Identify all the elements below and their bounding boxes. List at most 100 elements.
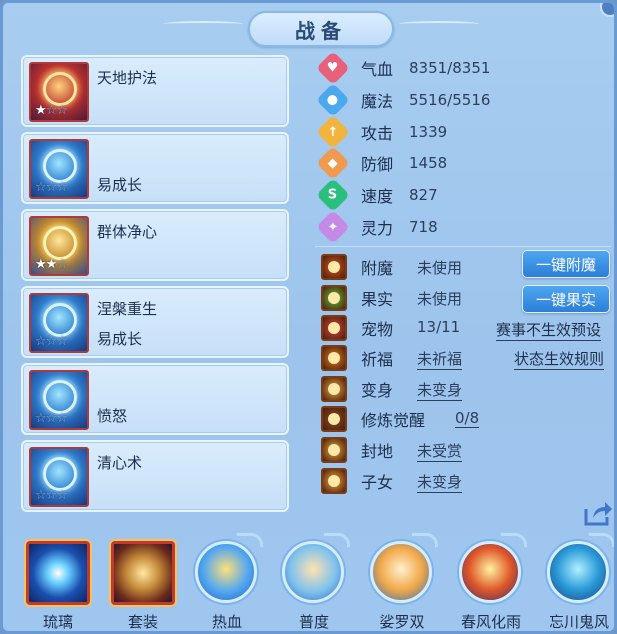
tab-label[interactable]: 忘川鬼风 <box>537 611 614 631</box>
close-icon[interactable] <box>600 3 614 17</box>
equipment-row[interactable]: 果实 未使用 <box>321 284 501 312</box>
star-rating: ★★☆ <box>35 257 68 272</box>
spirit-icon: ✦ <box>316 210 350 244</box>
filled-star-icon: ★ <box>35 103 47 118</box>
stat-row: S 速度 827 <box>316 178 438 212</box>
ghost-wind-icon[interactable] <box>547 541 609 603</box>
glass-orb-icon[interactable] <box>26 541 90 605</box>
stat-label: 魔法 <box>361 92 394 111</box>
skill-glyph <box>43 226 77 260</box>
stat-row: ◆ 防御 1458 <box>316 146 447 180</box>
skill-glyph <box>43 457 77 491</box>
flame-orb-icon[interactable] <box>459 541 521 603</box>
tab-6[interactable]: 忘川鬼风 <box>537 533 614 631</box>
tab-label[interactable]: 普度 <box>272 611 356 631</box>
skill-trait: 易成长 <box>97 176 143 194</box>
tab-label[interactable]: 热血 <box>185 611 269 631</box>
empty-star-icon: ☆ <box>45 488 58 503</box>
page-title: 战备 <box>295 18 347 43</box>
tab-label[interactable]: 套装 <box>101 611 185 631</box>
tab-label[interactable]: 琉璃 <box>16 611 100 631</box>
skill-name: 清心术 <box>97 454 143 472</box>
tab-label[interactable]: 娑罗双 <box>360 611 444 631</box>
equipment-row[interactable]: 变身 未变身 <box>321 375 501 403</box>
status-rules-link[interactable]: 状态生效规则 <box>514 348 605 370</box>
equipment-label: 修炼觉醒 <box>361 411 426 430</box>
title-banner: 战备 <box>248 11 394 47</box>
equipment-label: 祈福 <box>361 350 394 369</box>
equipment-value: 未使用 <box>417 259 463 277</box>
title-ornament-right <box>399 21 479 27</box>
tab-2[interactable]: 热血 <box>185 533 265 631</box>
hand-icon[interactable] <box>370 541 432 603</box>
skill-card[interactable]: ★★☆ 群体净心 <box>21 209 289 281</box>
skill-name: 涅槃重生 <box>97 300 158 318</box>
equipment-value[interactable]: 未变身 <box>417 379 463 401</box>
equipment-value[interactable]: 未受赏 <box>417 440 463 462</box>
icon-dot <box>328 475 340 487</box>
cultivation-icon <box>321 406 347 432</box>
title-ornament-left <box>163 21 243 27</box>
blue-serpent-icon[interactable]: ☆☆☆ <box>29 293 89 353</box>
blue-crown-icon[interactable]: ☆☆☆ <box>29 370 89 430</box>
palm-icon[interactable] <box>282 541 344 603</box>
icon-dot <box>328 352 340 364</box>
empty-star-icon: ☆ <box>35 488 47 503</box>
equipment-value: 13/11 <box>417 318 461 336</box>
equipment-row[interactable]: 修炼觉醒 0/8 <box>321 405 501 433</box>
empty-star-icon: ☆ <box>45 334 58 349</box>
tab-5[interactable]: 春风化雨 <box>449 533 529 631</box>
equipment-row[interactable]: 子女 未变身 <box>321 467 501 495</box>
blue-fist-icon[interactable]: ☆☆☆ <box>29 447 89 507</box>
skill-card[interactable]: ☆☆☆ 易成长 <box>21 132 289 204</box>
stat-label: 速度 <box>361 187 394 206</box>
equipment-row[interactable]: 祈福 未祈福 <box>321 344 501 372</box>
stat-value: 8351/8351 <box>409 59 491 77</box>
tab-3[interactable]: 普度 <box>272 533 352 631</box>
skill-card[interactable]: ☆☆☆ 清心术 <box>21 440 289 512</box>
shield-icon: ◆ <box>316 146 350 180</box>
golden-snake-icon[interactable]: ★☆☆ <box>29 62 89 122</box>
share-icon[interactable] <box>583 499 613 527</box>
blue-beast-icon[interactable]: ☆☆☆ <box>29 139 89 199</box>
stat-value: 1339 <box>409 123 448 141</box>
event-preset-link[interactable]: 赛事不生效预设 <box>496 319 602 341</box>
stat-value: 718 <box>409 218 438 236</box>
equipment-row[interactable]: 宠物 13/11 <box>321 314 501 342</box>
equipment-row[interactable]: 附魔 未使用 <box>321 253 501 281</box>
empty-star-icon: ☆ <box>56 257 68 272</box>
skill-card[interactable]: ★☆☆ 天地护法 <box>21 55 289 127</box>
equipment-label: 附魔 <box>361 259 394 278</box>
tab-4[interactable]: 娑罗双 <box>360 533 440 631</box>
equipment-value[interactable]: 未祈福 <box>417 348 463 370</box>
skill-trait: 易成长 <box>97 330 143 348</box>
empty-star-icon: ☆ <box>56 488 68 503</box>
enchant-all-button[interactable]: 一键附魔 <box>522 250 610 278</box>
mana-drop-icon: ● <box>316 83 350 117</box>
empty-star-icon: ☆ <box>35 334 47 349</box>
skill-card[interactable]: ☆☆☆ 愤怒 <box>21 363 289 435</box>
stat-row: ♥ 气血 8351/8351 <box>316 51 491 85</box>
equipment-value[interactable]: 未变身 <box>417 471 463 493</box>
tab-0[interactable]: 琉璃 <box>16 533 96 631</box>
skill-name: 天地护法 <box>97 69 158 87</box>
empty-star-icon: ☆ <box>45 411 58 426</box>
skill-card[interactable]: ☆☆☆ 涅槃重生易成长 <box>21 286 289 358</box>
golden-armor-icon[interactable]: ★★☆ <box>29 216 89 276</box>
icon-dot <box>328 292 340 304</box>
equipment-value[interactable]: 0/8 <box>455 409 480 428</box>
lightning-icon: S <box>316 178 350 212</box>
icon-dot <box>328 444 340 456</box>
warrior-icon[interactable] <box>195 541 257 603</box>
filled-star-icon: ★ <box>35 257 47 272</box>
equipment-row[interactable]: 封地 未受赏 <box>321 436 501 464</box>
treasure-icon[interactable] <box>111 541 175 605</box>
icon-dot <box>328 413 340 425</box>
skill-glyph <box>43 380 77 414</box>
stat-value: 827 <box>409 186 438 204</box>
tab-1[interactable]: 套装 <box>101 533 181 631</box>
fruit-all-button[interactable]: 一键果实 <box>522 285 610 313</box>
battle-prep-panel: 战备 ★☆☆ 天地护法 ☆☆☆ 易成长 ★★☆ 群体净心 ☆☆☆ 涅槃重生 易成长 ☆☆☆ 愤怒 ☆☆… <box>0 0 617 634</box>
star-rating: ☆☆☆ <box>35 180 68 195</box>
tab-label[interactable]: 春风化雨 <box>449 611 533 631</box>
